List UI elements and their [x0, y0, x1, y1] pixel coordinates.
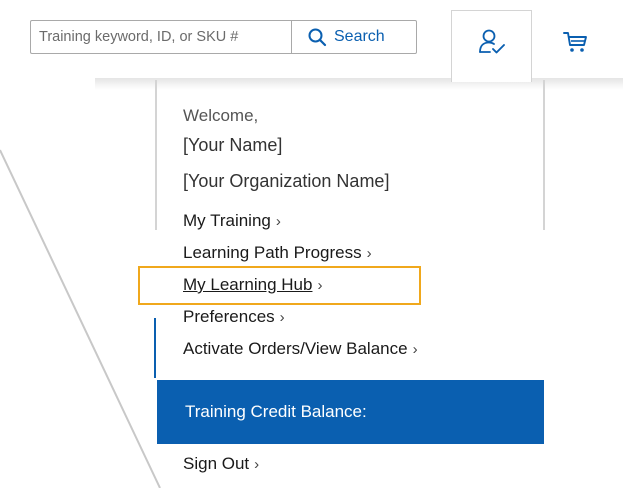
menu-item-label: Learning Path Progress [183, 243, 362, 262]
menu-item-label: My Training [183, 211, 271, 230]
menu-item-label: Activate Orders/View Balance [183, 339, 408, 358]
chevron-right-icon: › [412, 341, 418, 358]
menu-item-label: Preferences [183, 307, 275, 326]
menu-border-right [543, 80, 545, 230]
welcome-text: Welcome, [183, 106, 259, 125]
user-check-icon [478, 29, 505, 54]
menu-border-left [155, 80, 157, 230]
search-icon [307, 27, 327, 47]
menu-item-my-training[interactable]: My Training › [183, 211, 281, 231]
chevron-right-icon: › [254, 456, 260, 473]
chevron-right-icon: › [275, 213, 281, 230]
menu-item-activate-orders[interactable]: Activate Orders/View Balance › [183, 339, 418, 359]
chevron-right-icon: › [279, 309, 285, 326]
search-button-label: Search [334, 28, 385, 45]
sign-out-label: Sign Out [183, 454, 250, 473]
menu-item-learning-path-progress[interactable]: Learning Path Progress › [183, 243, 372, 263]
menu-item-preferences[interactable]: Preferences › [183, 307, 285, 327]
organization-name: [Your Organization Name] [183, 171, 390, 191]
cart-icon [563, 32, 587, 52]
highlight-box [138, 266, 421, 305]
account-menu-tab[interactable] [451, 10, 532, 82]
user-name: [Your Name] [183, 135, 283, 155]
training-credit-balance-label: Training Credit Balance: [185, 402, 367, 421]
search-input[interactable] [30, 20, 292, 54]
sign-out-link[interactable]: Sign Out › [183, 454, 259, 474]
menu-accent-line [154, 318, 156, 378]
cart-button[interactable] [562, 29, 590, 55]
chevron-right-icon: › [366, 245, 372, 262]
search-button[interactable]: Search [291, 20, 417, 54]
